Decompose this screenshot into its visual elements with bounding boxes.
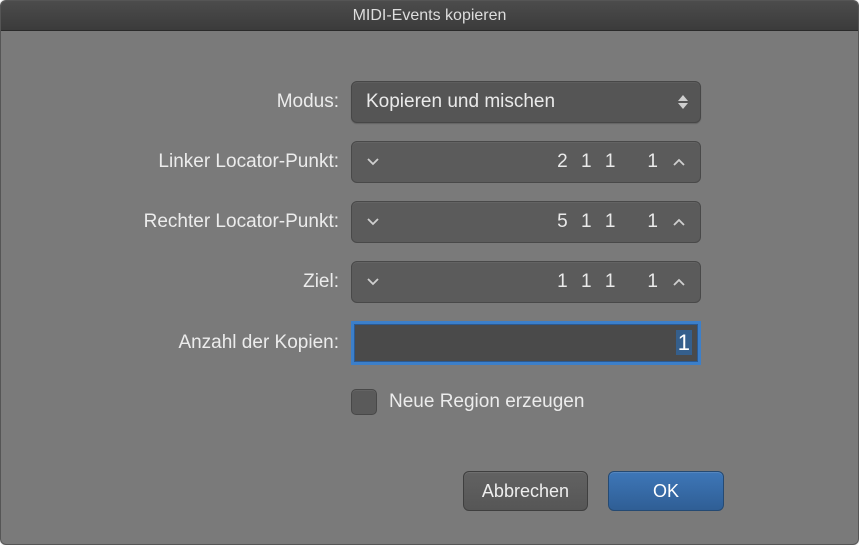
destination-value: 1 1 11 bbox=[386, 271, 666, 293]
dialog-footer: Abbrechen OK bbox=[41, 471, 818, 511]
ok-button[interactable]: OK bbox=[608, 471, 724, 511]
right-locator-stepper[interactable]: 5 1 11 bbox=[351, 201, 701, 243]
row-left-locator: Linker Locator-Punkt: 2 1 11 bbox=[41, 141, 818, 183]
right-locator-value: 5 1 11 bbox=[386, 211, 666, 233]
row-copies: Anzahl der Kopien: 1 bbox=[41, 321, 818, 365]
updown-icon bbox=[670, 95, 688, 109]
window-title: MIDI-Events kopieren bbox=[1, 1, 858, 31]
dialog-content: Modus: Kopieren und mischen Linker Locat… bbox=[1, 31, 858, 531]
row-new-region: Neue Region erzeugen bbox=[41, 383, 818, 445]
left-locator-stepper[interactable]: 2 1 11 bbox=[351, 141, 701, 183]
chevron-down-icon[interactable] bbox=[360, 142, 386, 182]
cancel-button[interactable]: Abbrechen bbox=[463, 471, 588, 511]
label-copies: Anzahl der Kopien: bbox=[41, 332, 351, 354]
chevron-down-icon[interactable] bbox=[360, 202, 386, 242]
mode-select[interactable]: Kopieren und mischen bbox=[351, 81, 701, 123]
copies-value: 1 bbox=[364, 330, 692, 356]
mode-select-value: Kopieren und mischen bbox=[366, 91, 670, 113]
label-left-locator: Linker Locator-Punkt: bbox=[41, 151, 351, 173]
new-region-label: Neue Region erzeugen bbox=[389, 391, 584, 413]
row-destination: Ziel: 1 1 11 bbox=[41, 261, 818, 303]
label-mode: Modus: bbox=[41, 91, 351, 113]
chevron-up-icon[interactable] bbox=[666, 142, 692, 182]
dialog-window: MIDI-Events kopieren Modus: Kopieren und… bbox=[0, 0, 859, 545]
label-right-locator: Rechter Locator-Punkt: bbox=[41, 211, 351, 233]
left-locator-value: 2 1 11 bbox=[386, 151, 666, 173]
row-right-locator: Rechter Locator-Punkt: 5 1 11 bbox=[41, 201, 818, 243]
chevron-up-icon[interactable] bbox=[666, 202, 692, 242]
row-mode: Modus: Kopieren und mischen bbox=[41, 81, 818, 123]
chevron-down-icon[interactable] bbox=[360, 262, 386, 302]
chevron-up-icon[interactable] bbox=[666, 262, 692, 302]
destination-stepper[interactable]: 1 1 11 bbox=[351, 261, 701, 303]
copies-input[interactable]: 1 bbox=[351, 321, 701, 365]
new-region-checkbox[interactable] bbox=[351, 389, 377, 415]
label-destination: Ziel: bbox=[41, 271, 351, 293]
